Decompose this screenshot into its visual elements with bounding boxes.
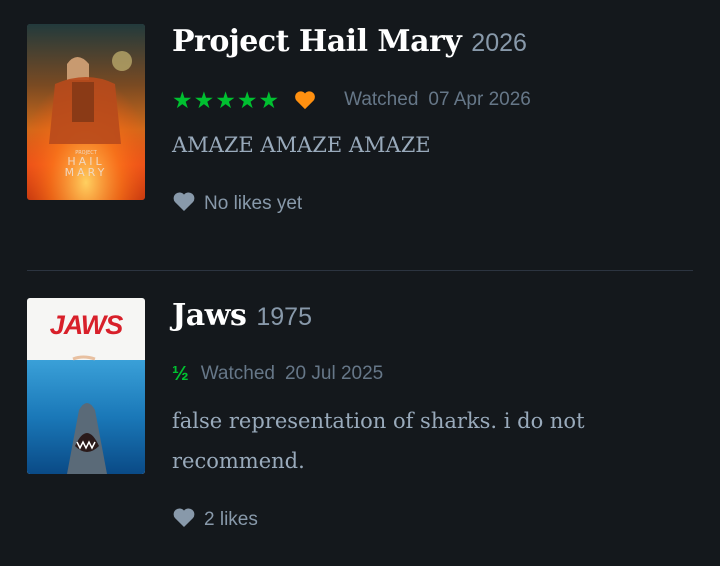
movie-poster[interactable]: PROJECT HAIL MARY — [27, 24, 145, 200]
star-rating: ½ — [172, 362, 189, 385]
film-title[interactable]: Project Hail Mary — [172, 24, 462, 59]
watched-label: Watched — [200, 363, 275, 384]
like-heart-icon[interactable] — [172, 507, 196, 533]
like-heart-icon[interactable] — [172, 191, 196, 217]
film-title[interactable]: Jaws — [172, 298, 247, 333]
poster-line2: MARY — [65, 166, 108, 179]
liked-heart-icon — [294, 90, 316, 110]
watched-date[interactable]: 20 Jul 2025 — [285, 363, 383, 385]
film-year[interactable]: 1975 — [256, 303, 312, 332]
review-text: AMAZE AMAZE AMAZE — [172, 133, 431, 157]
likes-count: 2 likes — [204, 509, 258, 530]
film-year[interactable]: 2026 — [471, 29, 527, 58]
star-rating: ★★★★★ — [172, 86, 281, 113]
watched-date[interactable]: 07 Apr 2026 — [428, 89, 530, 111]
watched-label: Watched — [344, 89, 419, 110]
review-text: false representation of sharks. i do not… — [172, 409, 585, 473]
likes-count: No likes yet — [204, 193, 303, 214]
poster-title: JAWS — [50, 310, 124, 340]
poster-art-project-hail-mary: PROJECT HAIL MARY — [27, 24, 145, 200]
poster-art-jaws: JAWS — [27, 298, 145, 474]
review-item: JAWS Jaws 1975 ½ Watched 20 Jul 2025 fal… — [27, 298, 693, 558]
movie-poster[interactable]: JAWS — [27, 298, 145, 474]
review-item: PROJECT HAIL MARY Project Hail Mary 2026… — [27, 24, 693, 271]
